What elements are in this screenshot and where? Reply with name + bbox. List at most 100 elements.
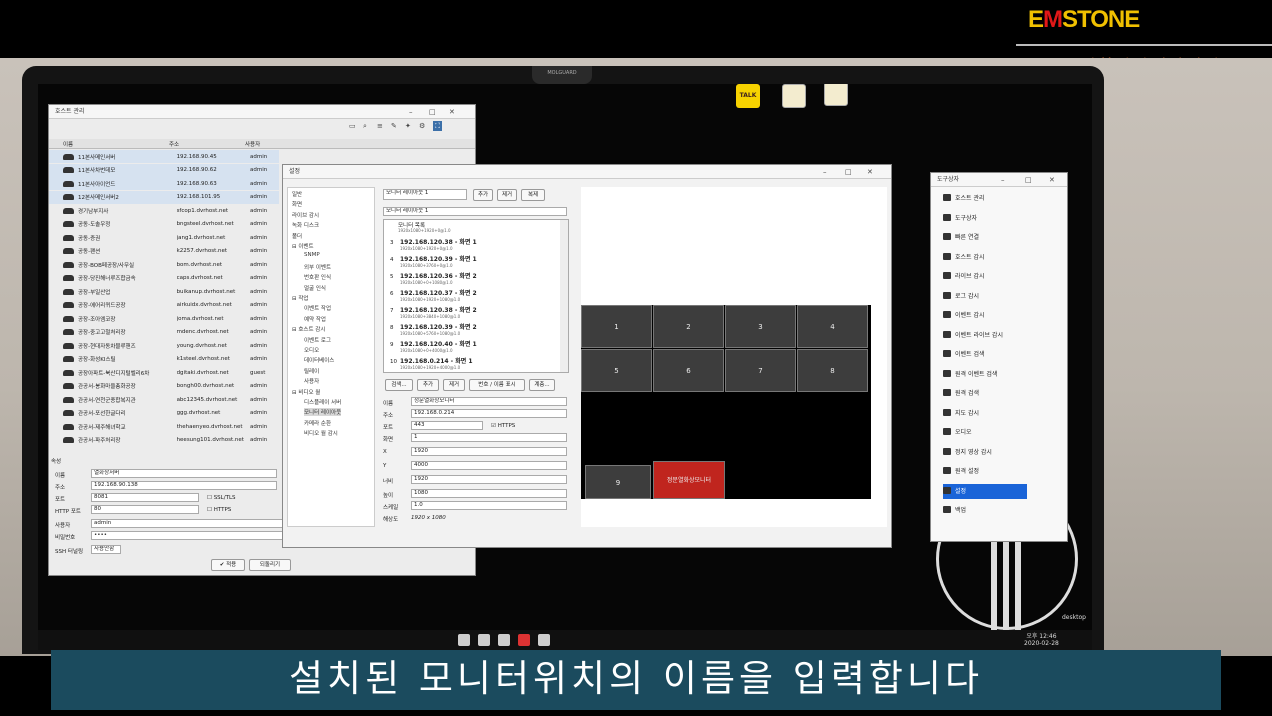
host-row[interactable]: 공장-부일산업 buikanup.dvrhost.net admin (49, 285, 279, 298)
settings-tree-item[interactable]: 사용자 (304, 377, 319, 385)
settings-tree-item[interactable]: 폴더 (292, 232, 302, 240)
pin-icon[interactable]: ✦ (405, 121, 411, 131)
settings-tree-item[interactable]: ⊟ 비디오 월 (292, 388, 320, 396)
host-row[interactable]: 공동-도솔우정 bngsteel.dvrhost.net admin (49, 218, 279, 231)
settings-tree-item[interactable]: 데이터베이스 (304, 356, 334, 364)
settings-tree-item[interactable]: 이벤트 로그 (304, 336, 331, 344)
monitor-list-button[interactable]: 계층... (529, 379, 555, 391)
host-row[interactable]: 공장-현대자동차블루핸즈 young.dvrhost.net admin (49, 339, 279, 352)
host-row[interactable]: 관공서-제주해녀학교 thehaenyeo.dvrhost.net admin (49, 420, 279, 433)
monitor-height-field[interactable]: 1080 (411, 489, 567, 498)
host-row[interactable]: 공동-팬션 k2257.dvrhost.net admin (49, 245, 279, 258)
maximize-button[interactable]: □ (845, 167, 852, 177)
ssl-checkbox[interactable]: ☐ SSL/TLS (207, 495, 236, 501)
password-field[interactable]: •••• (91, 531, 287, 540)
layout-add-button[interactable]: 추가 (473, 189, 493, 201)
tool-item[interactable]: 로그 감시 (943, 289, 1027, 304)
document-icon[interactable] (824, 84, 848, 106)
monitor-list-item[interactable]: 4 192.168.120.39 - 화면 1 1920x1080+3760+0@1… (390, 253, 558, 270)
monitor-list-item[interactable]: 5 192.168.120.36 - 화면 2 1920x1080+0+1080@1… (390, 270, 558, 287)
monitor-icon[interactable]: ▭ (349, 121, 356, 131)
settings-tree-item[interactable]: 녹화 디스크 (292, 221, 319, 229)
tool-item[interactable]: 호스트 감시 (943, 250, 1027, 265)
host-row[interactable]: 11본사차번데모 192.168.90.62 admin (49, 163, 279, 177)
settings-tree-item[interactable]: 디스플레이 서버 (304, 398, 341, 406)
tool-item[interactable]: 정지 영상 감시 (943, 445, 1027, 460)
network-icon[interactable]: ⛶ (433, 121, 442, 131)
monitor-list-item[interactable]: 8 192.168.120.39 - 화면 2 1920x1080+5760+108… (390, 321, 558, 338)
monitor-address-field[interactable]: 192.168.0.214 (411, 409, 567, 418)
kakaotalk-icon[interactable]: TALK (736, 84, 760, 108)
column-user[interactable]: 사용자 (245, 140, 275, 148)
settings-tree-item[interactable]: 얼굴 인식 (304, 284, 326, 292)
maximize-button[interactable]: □ (1025, 175, 1032, 185)
host-row[interactable]: 공장-당진해너루즈합금속 caps.dvrhost.net admin (49, 272, 279, 285)
document-icon[interactable] (782, 84, 806, 108)
settings-tree-item[interactable]: 오디오 (304, 346, 319, 354)
tool-item[interactable]: 이벤트 라이브 감시 (943, 328, 1027, 343)
tool-item[interactable]: 호스트 관리 (943, 191, 1027, 206)
http-port-field[interactable]: 80 (91, 505, 199, 514)
tool-item[interactable]: 원격 이벤트 검색 (943, 367, 1027, 382)
host-row[interactable]: 11본사아이언드 192.168.90.63 admin (49, 177, 279, 190)
tool-item[interactable]: 이벤트 감시 (943, 308, 1027, 323)
host-row[interactable]: 공장-화성KI스틸 k1steel.dvrhost.net admin (49, 353, 279, 366)
settings-tree-item[interactable]: 외부 이벤트 (304, 263, 331, 271)
user-field[interactable]: admin (91, 519, 287, 528)
monitor-list-item[interactable]: 9 192.168.120.40 - 화면 1 1920x1080+0+4000@1… (390, 338, 558, 355)
wall-cell[interactable]: 7 (725, 349, 796, 392)
ssh-select[interactable]: 사용안함 (91, 545, 121, 554)
monitor-list-item[interactable]: 3 192.168.120.38 - 화면 1 1920x1080+1920+0@1… (390, 236, 558, 253)
close-button[interactable]: ✕ (449, 107, 455, 117)
host-address-field[interactable]: 192.168.90.138 (91, 481, 277, 490)
host-row[interactable]: 경기남부지사 sfcop1.dvrhost.net admin (49, 204, 279, 217)
layout-select[interactable]: 모니터 레이아웃 1 (383, 189, 467, 200)
settings-tree-item[interactable]: 번호판 인식 (304, 273, 331, 281)
host-row[interactable]: 관공서-연천군종합복지관 abc12345.dvrhost.net admin (49, 393, 279, 406)
monitor-name-field[interactable]: 정문열화상모니터 (411, 397, 567, 406)
settings-tree-item[interactable]: 릴레이 (304, 367, 319, 375)
maximize-button[interactable]: □ (429, 107, 436, 117)
taskbar-app-icon[interactable] (478, 634, 490, 646)
host-row[interactable]: 공동-증권 jang1.dvrhost.net admin (49, 231, 279, 244)
settings-tree-item[interactable]: 모니터 레이아웃 (304, 408, 342, 417)
taskbar-clock[interactable]: 오후 12:46 2020-02-28 (1024, 631, 1059, 647)
wall-cell[interactable]: 9 (585, 465, 651, 499)
tool-item[interactable]: 백업 (943, 503, 1027, 518)
tool-item[interactable]: 원격 설정 (943, 464, 1027, 479)
tool-item[interactable]: 설정 (943, 483, 1027, 499)
settings-tree-item[interactable]: 예약 작업 (304, 315, 326, 323)
wall-cell[interactable]: 6 (653, 349, 724, 392)
host-port-field[interactable]: 8081 (91, 493, 199, 502)
monitor-width-field[interactable]: 1920 (411, 475, 567, 484)
edit-icon[interactable]: ✎ (391, 121, 397, 131)
host-row[interactable]: 공장아파트-북산디지털벨리6차 dgitaki.dvrhost.net guest (49, 366, 279, 379)
host-row[interactable]: 12본사메인서버2 192.168.101.95 admin (49, 190, 279, 204)
minimize-button[interactable]: – (1001, 175, 1005, 185)
settings-tree-item[interactable]: 일반 (292, 190, 302, 198)
settings-tree-item[interactable]: 비디오 월 감시 (304, 429, 338, 437)
tool-item[interactable]: 이벤트 검색 (943, 347, 1027, 362)
layout-name-field[interactable]: 모니터 레이아웃 1 (383, 207, 567, 216)
settings-tree-item[interactable]: ⊟ 작업 (292, 294, 308, 302)
host-row[interactable]: 관공서-파주처리장 heesung101.dvrhost.net admin (49, 434, 279, 447)
monitor-scale-field[interactable]: 1.0 (411, 501, 567, 510)
monitor-list-item[interactable]: 6 192.168.120.37 - 화면 2 1920x1080+1920+108… (390, 287, 558, 304)
monitor-list-button[interactable]: 검색... (385, 379, 413, 391)
search-icon[interactable]: ⌕ (363, 121, 367, 131)
settings-tree-item[interactable]: 이벤트 작업 (304, 304, 331, 312)
tool-item[interactable]: 라이브 감시 (943, 269, 1027, 284)
tool-item[interactable]: 오디오 (943, 425, 1027, 440)
settings-tree-item[interactable]: ⊟ 호스트 감시 (292, 325, 325, 333)
minimize-button[interactable]: – (409, 107, 413, 117)
apply-button[interactable]: ✔ 적용 (211, 559, 245, 571)
settings-icon[interactable]: ⚙ (419, 121, 425, 131)
layout-remove-button[interactable]: 제거 (497, 189, 517, 201)
host-name-field[interactable]: 열화상서버 (91, 469, 277, 478)
wall-cell[interactable]: 4 (797, 305, 868, 348)
taskbar-app-icon[interactable] (498, 634, 510, 646)
monitor-list-button[interactable]: 추가 (417, 379, 439, 391)
tool-item[interactable]: 빠른 연결 (943, 230, 1027, 245)
settings-tree-item[interactable]: 카메라 순환 (304, 419, 331, 427)
monitor-port-field[interactable]: 443 (411, 421, 483, 430)
